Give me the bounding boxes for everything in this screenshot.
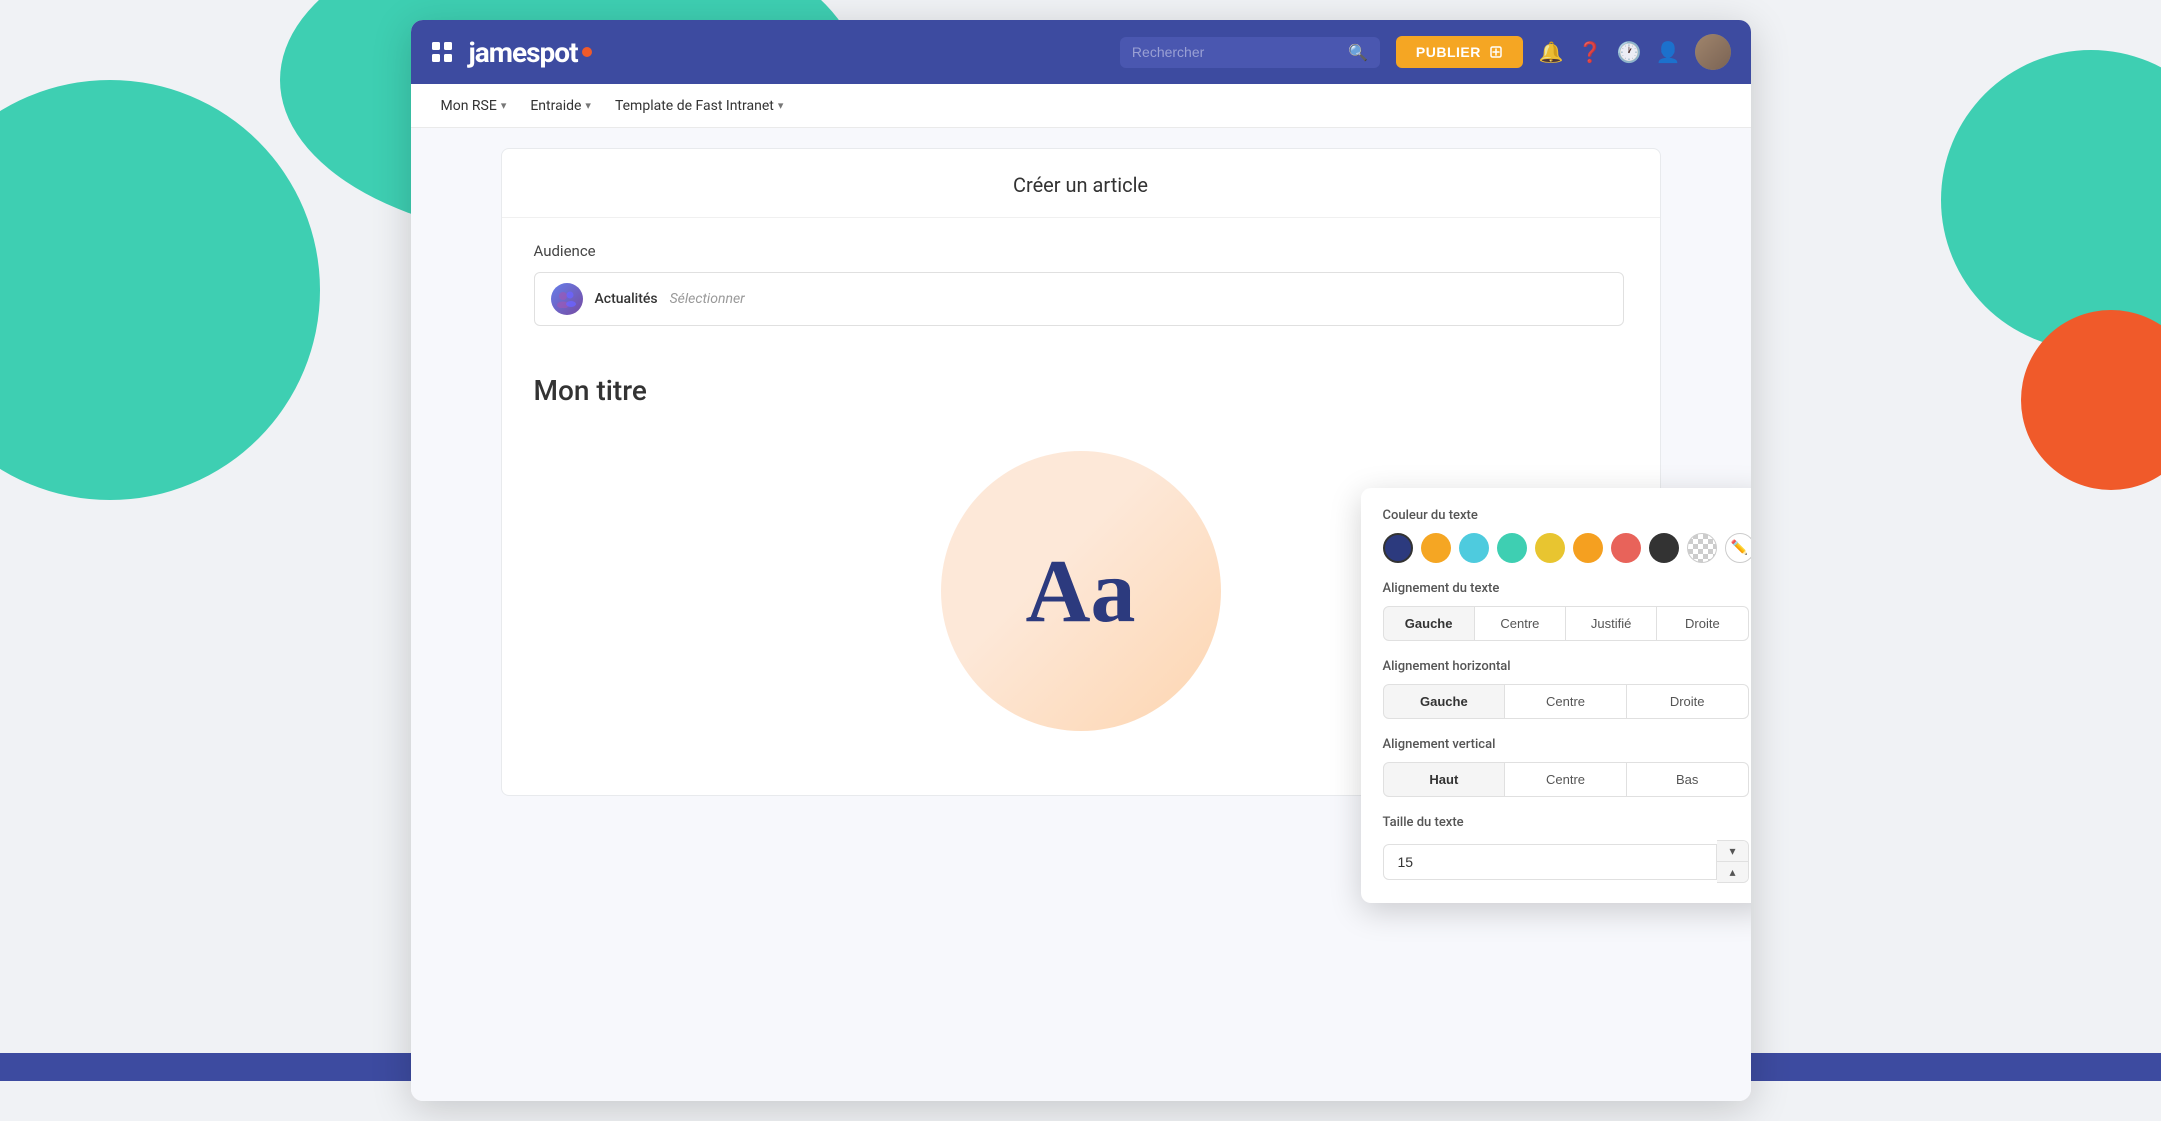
align-h-droite[interactable]: Droite	[1627, 684, 1749, 719]
logo-dot	[582, 47, 592, 57]
audience-avatar	[551, 283, 583, 315]
subnav-rse-label: Mon RSE	[441, 98, 497, 114]
grid-icon[interactable]	[431, 41, 453, 63]
subnav-template-label: Template de Fast Intranet	[615, 98, 774, 114]
publish-icon	[1489, 45, 1503, 59]
color-dark[interactable]	[1649, 533, 1679, 563]
avatar[interactable]	[1695, 34, 1731, 70]
logo-text: jamespot	[469, 36, 578, 69]
align-texte-justifie[interactable]: Justifié	[1566, 606, 1657, 641]
color-swatches: ✏️	[1383, 533, 1749, 563]
color-gold[interactable]	[1535, 533, 1565, 563]
align-texte-gauche[interactable]: Gauche	[1383, 606, 1475, 641]
alignement-horizontal-label: Alignement horizontal	[1383, 659, 1749, 674]
subnav-template-chevron: ▾	[778, 99, 784, 112]
align-h-row: Gauche Centre Droite	[1383, 684, 1749, 719]
color-coral[interactable]	[1611, 533, 1641, 563]
audience-select-row[interactable]: Actualités Sélectionner	[534, 272, 1624, 326]
align-v-row: Haut Centre Bas	[1383, 762, 1749, 797]
subnav-item-template[interactable]: Template de Fast Intranet ▾	[605, 92, 793, 120]
align-texte-row: Gauche Centre Justifié Droite	[1383, 606, 1749, 641]
audience-name: Actualités	[595, 291, 658, 307]
audience-section: Audience Actualités Sélectionner	[502, 218, 1660, 350]
search-input[interactable]	[1132, 44, 1340, 60]
logo[interactable]: jamespot	[469, 36, 592, 69]
alignement-vertical-label: Alignement vertical	[1383, 737, 1749, 752]
article-body-title[interactable]: Mon titre	[534, 374, 1628, 407]
align-texte-droite[interactable]: Droite	[1657, 606, 1748, 641]
article-page-title: Créer un article	[534, 173, 1628, 197]
subnav: Mon RSE ▾ Entraide ▾ Template de Fast In…	[411, 84, 1751, 128]
align-h-gauche[interactable]: Gauche	[1383, 684, 1506, 719]
illustration-circle: Aa	[941, 451, 1221, 731]
text-size-arrows: ▾ ▴	[1717, 840, 1748, 883]
color-orange[interactable]	[1573, 533, 1603, 563]
align-h-centre[interactable]: Centre	[1505, 684, 1627, 719]
color-navy[interactable]	[1383, 533, 1413, 563]
subnav-item-entraide[interactable]: Entraide ▾	[520, 92, 601, 120]
align-v-bas[interactable]: Bas	[1627, 762, 1749, 797]
topbar: jamespot 🔍 PUBLIER 🔔 ❓ 🕐 👤	[411, 20, 1751, 84]
illustration-text: Aa	[1026, 540, 1136, 643]
color-custom[interactable]: ✏️	[1725, 533, 1751, 563]
search-icon[interactable]: 🔍	[1348, 43, 1368, 62]
color-cyan[interactable]	[1459, 533, 1489, 563]
audience-label: Audience	[534, 242, 1628, 260]
notification-icon[interactable]: 🔔	[1539, 40, 1564, 64]
alignement-texte-label: Alignement du texte	[1383, 581, 1749, 596]
color-teal[interactable]	[1497, 533, 1527, 563]
align-v-haut[interactable]: Haut	[1383, 762, 1506, 797]
topbar-icons: 🔔 ❓ 🕐 👤	[1539, 34, 1731, 70]
article-header: Créer un article	[502, 149, 1660, 218]
taille-texte-label: Taille du texte	[1383, 815, 1749, 830]
align-texte-centre[interactable]: Centre	[1475, 606, 1566, 641]
color-yellow[interactable]	[1421, 533, 1451, 563]
search-bar: 🔍	[1120, 37, 1380, 68]
text-size-down[interactable]: ▾	[1717, 841, 1747, 862]
text-size-input[interactable]	[1383, 844, 1718, 880]
main-content: Créer un article Audience	[411, 128, 1751, 1101]
color-transparent[interactable]	[1687, 533, 1717, 563]
publish-label: PUBLIER	[1416, 44, 1481, 60]
audience-select-placeholder[interactable]: Sélectionner	[670, 291, 745, 307]
publish-button[interactable]: PUBLIER	[1396, 36, 1523, 68]
main-window: jamespot 🔍 PUBLIER 🔔 ❓ 🕐 👤	[411, 20, 1751, 1101]
subnav-entraide-chevron: ▾	[585, 99, 591, 112]
subnav-rse-chevron: ▾	[501, 99, 507, 112]
subnav-item-rse[interactable]: Mon RSE ▾	[431, 92, 517, 120]
avatar-image	[1695, 34, 1731, 70]
user-icon[interactable]: 👤	[1656, 40, 1681, 64]
text-size-row: ▾ ▴	[1383, 840, 1749, 883]
subnav-entraide-label: Entraide	[530, 98, 581, 114]
align-v-centre[interactable]: Centre	[1505, 762, 1627, 797]
help-icon[interactable]: ❓	[1578, 40, 1603, 64]
color-panel: Couleur du texte ✏️ Alignement du texte	[1361, 488, 1751, 903]
text-size-up[interactable]: ▴	[1717, 862, 1747, 882]
couleur-texte-label: Couleur du texte	[1383, 508, 1749, 523]
clock-icon[interactable]: 🕐	[1617, 40, 1642, 64]
